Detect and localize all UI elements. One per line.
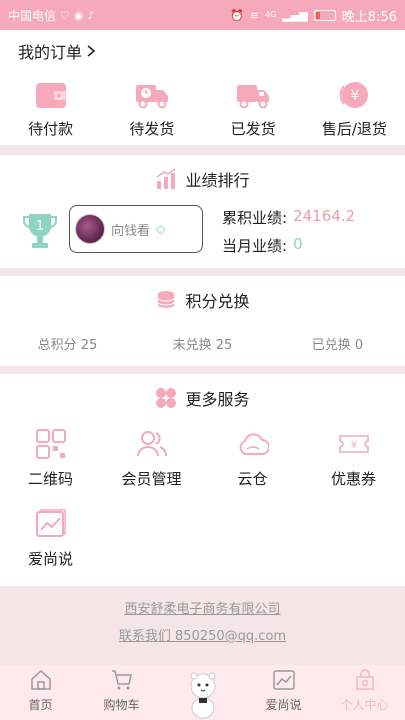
footer: 西安舒柔电子商务有限公司 联系我们 850250@qq.com bbox=[0, 598, 405, 652]
company-link[interactable]: 西安舒柔电子商务有限公司 bbox=[0, 598, 405, 617]
avatar bbox=[75, 214, 105, 244]
ranking-header: 业绩排行 bbox=[0, 167, 405, 191]
heart-icon: ♡ bbox=[60, 8, 70, 22]
service-cloud-warehouse-label: 云仓 bbox=[237, 470, 268, 488]
service-qr-code-label: 二维码 bbox=[27, 470, 73, 488]
diamond-icon: ◇ bbox=[156, 222, 166, 236]
my-orders-title: 我的订单 bbox=[18, 43, 83, 62]
cloud-icon bbox=[239, 433, 269, 455]
user-center-icon bbox=[355, 669, 374, 690]
home-icon bbox=[30, 669, 51, 690]
monthly-performance: 当月业绩: 0 bbox=[222, 235, 303, 256]
points-redeemed[interactable]: 已兑换 0 bbox=[270, 334, 405, 353]
monthly-value: 0 bbox=[293, 235, 303, 253]
order-shipped-label: 已发货 bbox=[230, 120, 276, 138]
bar-chart-icon bbox=[157, 168, 176, 189]
tab-home-label: 首页 bbox=[28, 698, 53, 712]
grid-flower-icon bbox=[156, 388, 177, 408]
truck-clock-icon bbox=[135, 85, 168, 109]
service-coupons[interactable]: ¥ 优惠券 bbox=[303, 428, 404, 508]
monthly-label: 当月业绩: bbox=[222, 237, 288, 255]
wallet-icon bbox=[35, 83, 66, 108]
tab-cart-label: 购物车 bbox=[103, 698, 140, 712]
service-aishangshuo-label: 爱尚说 bbox=[27, 550, 73, 568]
alarm-icon: ⏰ bbox=[230, 8, 244, 22]
circle-icon: ◉ bbox=[73, 8, 84, 22]
tab-home[interactable]: 首页 bbox=[0, 665, 81, 720]
service-cloud-warehouse[interactable]: 云仓 bbox=[202, 428, 303, 508]
tab-aishangshuo[interactable]: 爱尚说 bbox=[243, 665, 324, 720]
wifi-icon: ≋ bbox=[249, 8, 260, 22]
points-unredeemed[interactable]: 未兑换 25 bbox=[135, 334, 270, 353]
cumulative-performance: 累积业绩: 24164.2 bbox=[222, 207, 355, 228]
trophy-icon: 1 bbox=[23, 214, 57, 248]
qr-code-icon bbox=[35, 429, 66, 459]
order-pending-payment-label: 待付款 bbox=[28, 120, 74, 138]
mascot-icon[interactable] bbox=[186, 668, 220, 720]
services-header: 更多服务 bbox=[0, 386, 405, 410]
service-qr-code[interactable]: 二维码 bbox=[0, 428, 101, 508]
rank-number: 1 bbox=[36, 219, 44, 234]
battery-icon bbox=[313, 9, 336, 21]
tiktok-icon: ♪ bbox=[87, 8, 95, 22]
clock: 晚上8:56 bbox=[341, 9, 397, 25]
tab-aishangshuo-label: 爱尚说 bbox=[265, 698, 302, 712]
service-members-label: 会员管理 bbox=[121, 470, 182, 488]
signal-icon: ▂▄▆ bbox=[282, 8, 308, 22]
order-after-sales[interactable]: ¥ 售后/退货 bbox=[304, 80, 405, 139]
chart-icon bbox=[272, 670, 295, 690]
service-coupons-label: 优惠券 bbox=[330, 470, 376, 488]
network-type: 4G bbox=[265, 10, 277, 19]
contact-link[interactable]: 联系我们 850250@qq.com bbox=[0, 625, 405, 644]
coins-icon bbox=[157, 291, 175, 308]
cart-icon bbox=[111, 670, 132, 690]
ranking-title: 业绩排行 bbox=[185, 171, 250, 190]
order-pending-shipment-label: 待发货 bbox=[129, 120, 175, 138]
chevron-right-icon bbox=[87, 45, 96, 57]
service-members[interactable]: 会员管理 bbox=[101, 428, 202, 508]
tab-user-center-label: 个人中心 bbox=[340, 698, 389, 712]
cumulative-label: 累积业绩: bbox=[222, 209, 288, 227]
cumulative-value: 24164.2 bbox=[293, 207, 356, 225]
svg-text:¥: ¥ bbox=[350, 440, 356, 451]
chart-icon bbox=[35, 509, 66, 537]
yen-return-icon: ¥ bbox=[340, 82, 369, 108]
orders-card: 我的订单 待付款 待发货 已发货 ¥ 售后/退货 bbox=[0, 30, 405, 145]
order-shipped[interactable]: 已发货 bbox=[203, 80, 304, 139]
top-user-name: 向钱看 bbox=[111, 223, 151, 239]
svg-text:¥: ¥ bbox=[351, 88, 360, 104]
ranking-card: 业绩排行 1 向钱看 ◇ 累积业绩: 24164.2 当月业绩: 0 bbox=[0, 155, 405, 268]
order-after-sales-label: 售后/退货 bbox=[321, 120, 387, 138]
members-icon bbox=[136, 431, 167, 457]
order-pending-shipment[interactable]: 待发货 bbox=[101, 80, 202, 139]
points-total[interactable]: 总积分 25 bbox=[0, 334, 135, 353]
status-bar: 中国电信 ♡ ◉ ♪ ⏰ ≋ 4G ▂▄▆ 晚上8:56 bbox=[0, 0, 405, 30]
coupon-icon: ¥ bbox=[338, 435, 369, 453]
services-card: 更多服务 二维码 会员管理 云仓 ¥ 优惠券 爱尚说 bbox=[0, 374, 405, 586]
tab-cart[interactable]: 购物车 bbox=[81, 665, 162, 720]
my-orders-link[interactable]: 我的订单 bbox=[18, 39, 96, 63]
truck-icon bbox=[237, 85, 270, 109]
points-card: 积分兑换 总积分 25 未兑换 25 已兑换 0 bbox=[0, 276, 405, 366]
carrier-name: 中国电信 bbox=[8, 8, 57, 23]
services-title: 更多服务 bbox=[185, 390, 250, 409]
top-user-card[interactable]: 向钱看 ◇ bbox=[69, 205, 203, 253]
tab-user-center[interactable]: 个人中心 bbox=[324, 665, 405, 720]
points-header: 积分兑换 bbox=[0, 288, 405, 312]
order-pending-payment[interactable]: 待付款 bbox=[0, 80, 101, 139]
points-title: 积分兑换 bbox=[185, 292, 250, 311]
service-aishangshuo[interactable]: 爱尚说 bbox=[0, 508, 101, 588]
